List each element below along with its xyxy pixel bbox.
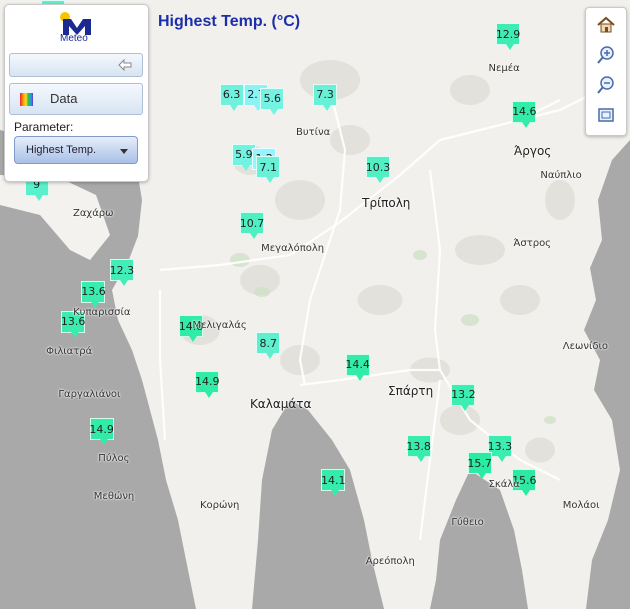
control-panel: Meteo Data Parameter: Highest Temp. <box>4 4 149 182</box>
full-extent-button[interactable] <box>594 103 618 127</box>
station-value: 13.8 <box>406 439 431 453</box>
station-marker[interactable]: 12.3 <box>109 259 135 287</box>
station-value: 13.2 <box>451 388 476 402</box>
extent-icon <box>598 108 614 122</box>
terrain-patch <box>500 285 540 315</box>
place-label: Φιλιατρά <box>46 345 93 357</box>
parameter-value: Highest Temp. <box>26 144 97 156</box>
place-label: Νεμέα <box>488 62 520 74</box>
map-controls <box>585 7 627 136</box>
data-button-label: Data <box>50 91 78 106</box>
station-value: 5.6 <box>263 92 282 106</box>
place-label: Άστρος <box>513 238 552 250</box>
zoom-out-icon <box>597 76 614 94</box>
zoom-in-icon <box>597 46 614 64</box>
terrain-patch <box>455 235 505 265</box>
map-title: Highest Temp. (°C) <box>158 13 301 30</box>
station-marker[interactable]: 15.7 <box>467 452 492 480</box>
station-value: 14.4 <box>345 358 370 372</box>
place-label: Κυπαρισσία <box>73 307 131 319</box>
station-value: 14.1 <box>321 473 346 487</box>
station-value: 14.9 <box>195 375 220 389</box>
forest-patch <box>254 287 270 297</box>
place-label: Τρίπολη <box>362 195 411 210</box>
terrain-patch <box>330 125 370 155</box>
place-label: Μεθώνη <box>93 491 135 503</box>
place-label: Καλαμάτα <box>249 397 312 412</box>
place-label: Σκάλα <box>488 478 520 490</box>
logo-text: Meteo <box>60 33 88 44</box>
station-marker[interactable]: 6.3 <box>219 83 244 111</box>
station-value: 13.6 <box>81 285 106 299</box>
data-button[interactable]: Data <box>9 83 143 115</box>
place-label: Ζαχάρω <box>72 208 114 220</box>
forest-patch <box>230 253 250 267</box>
place-label: Μελιγαλάς <box>192 319 247 331</box>
station-value: 14.6 <box>512 105 537 119</box>
back-button[interactable] <box>9 53 143 77</box>
place-label: Σπάρτη <box>388 384 434 399</box>
station-marker[interactable]: 14.6 <box>512 100 537 128</box>
station-marker[interactable]: 14.9 <box>89 418 114 446</box>
station-value: 8.7 <box>259 336 278 350</box>
station-value: 10.3 <box>365 160 391 174</box>
terrain-patch <box>450 75 490 105</box>
terrain-patch <box>357 285 403 315</box>
station-marker[interactable]: 14.1 <box>321 469 346 497</box>
station-marker[interactable]: 10.3 <box>365 156 391 184</box>
zoom-in-button[interactable] <box>594 43 618 67</box>
parameter-select[interactable]: Highest Temp. <box>14 136 138 164</box>
place-label: Κορώνη <box>199 500 240 512</box>
chevron-down-icon <box>120 149 128 154</box>
station-value: 12.3 <box>109 263 135 277</box>
station-marker[interactable]: 8.7 <box>256 332 281 360</box>
station-marker[interactable]: 5.6 <box>260 87 285 115</box>
station-marker[interactable]: 7.1 <box>256 156 281 184</box>
station-value: 15.7 <box>467 456 492 470</box>
forest-patch <box>461 314 479 326</box>
forest-patch <box>544 416 556 424</box>
station-value: 6.3 <box>222 88 241 101</box>
station-marker[interactable]: 7.3 <box>313 83 338 111</box>
parameter-label: Parameter: <box>14 120 74 134</box>
terrain-patch <box>440 405 480 435</box>
station-value: 7.3 <box>316 88 334 101</box>
home-icon <box>597 16 615 33</box>
place-label: Ναύπλιο <box>540 169 582 181</box>
station-value: 10.7 <box>239 216 265 230</box>
station-value: 5.9 <box>235 148 253 162</box>
station-value: 13.3 <box>487 439 513 453</box>
station-marker[interactable]: 13.8 <box>406 435 431 463</box>
station-marker[interactable]: 12.9 <box>495 23 521 51</box>
place-label: Μολάοι <box>562 500 600 512</box>
station-marker[interactable]: 10.7 <box>239 212 265 240</box>
forest-patch <box>413 250 427 260</box>
station-marker[interactable]: 14.4 <box>345 353 370 381</box>
station-value: 12.9 <box>495 27 521 41</box>
terrain-patch <box>525 437 555 463</box>
terrain-patch <box>545 180 575 220</box>
place-label: Βυτίνα <box>295 126 331 138</box>
back-arrow-icon <box>118 59 132 71</box>
station-marker[interactable]: 14.9 <box>195 370 220 398</box>
place-label: Γαργαλιάνοι <box>58 388 121 400</box>
data-palette-icon <box>20 93 33 106</box>
terrain-patch <box>275 180 325 220</box>
place-label: Άργος <box>513 144 552 159</box>
place-label: Πύλος <box>98 452 130 464</box>
place-label: Γύθειο <box>451 517 484 529</box>
place-label: Μεγαλόπολη <box>261 242 325 254</box>
home-button[interactable] <box>594 13 618 37</box>
place-label: Λεωνίδιο <box>562 341 608 353</box>
station-value: 7.1 <box>259 160 278 174</box>
place-label: Αρεόπολη <box>365 555 415 567</box>
zoom-out-button[interactable] <box>594 73 618 97</box>
station-marker[interactable]: 13.6 <box>81 280 106 308</box>
station-value: 14.9 <box>89 422 114 436</box>
station-marker[interactable]: 13.2 <box>451 383 476 411</box>
